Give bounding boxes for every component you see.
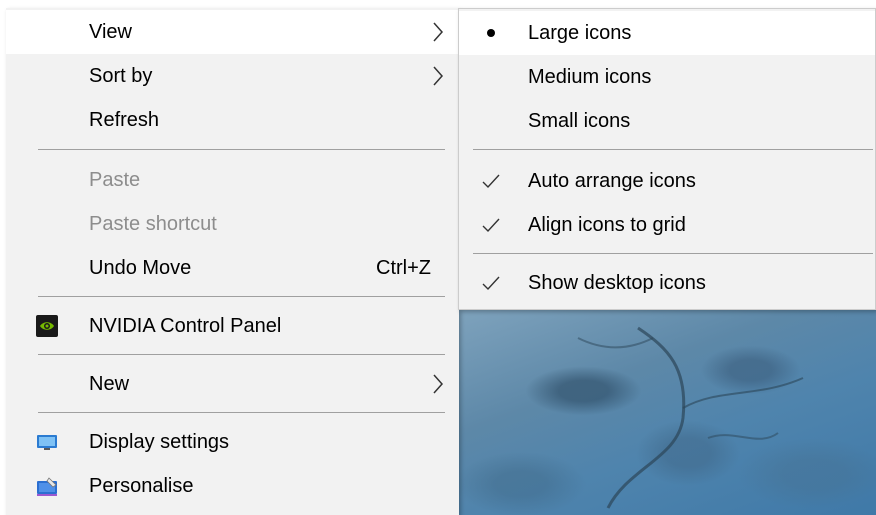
menu-item-label: View [89,20,132,43]
submenu-item-label: Large icons [528,21,632,44]
menu-item-label: Personalise [89,474,194,497]
submenu-item-label: Show desktop icons [528,271,706,294]
chevron-right-icon [433,66,444,86]
menu-item-label: Undo Move [89,256,192,279]
menu-item-label: Sort by [89,64,153,87]
menu-separator [38,412,445,413]
submenu-item-label: Align icons to grid [528,213,686,236]
menu-item-sort-by[interactable]: Sort by [6,54,459,98]
chevron-right-icon [433,374,444,394]
menu-item-paste-shortcut: Paste shortcut [6,202,459,246]
menu-item-undo-move[interactable]: Undo Move Ctrl+Z [6,246,459,290]
menu-separator [38,354,445,355]
checkmark-icon [482,276,500,291]
menu-item-label: New [89,372,130,395]
submenu-separator [473,253,873,254]
desktop-context-menu: View Sort by Refresh Paste Paste shortcu… [6,8,459,515]
submenu-item-show-desktop-icons[interactable]: Show desktop icons [459,261,875,305]
submenu-item-label: Small icons [528,109,631,132]
keyboard-shortcut: Ctrl+Z [376,256,431,279]
menu-item-label: Refresh [89,108,160,131]
menu-item-label: NVIDIA Control Panel [89,314,282,337]
submenu-item-small-icons[interactable]: Small icons [459,99,875,143]
nvidia-icon [36,315,58,337]
submenu-item-label: Auto arrange icons [528,169,696,192]
bullet-icon [487,29,495,37]
desktop-wallpaper [458,308,876,515]
submenu-item-label: Medium icons [528,65,652,88]
menu-item-display-settings[interactable]: Display settings [6,420,459,464]
chevron-right-icon [433,22,444,42]
menu-item-personalise[interactable]: Personalise [6,464,459,508]
submenu-separator [473,149,873,150]
menu-item-label: Paste shortcut [89,212,217,235]
menu-separator [38,296,445,297]
display-icon [37,435,57,450]
submenu-item-medium-icons[interactable]: Medium icons [459,55,875,99]
menu-item-view[interactable]: View [6,10,459,54]
personalise-icon [37,477,57,496]
menu-separator [38,149,445,150]
checkmark-icon [482,174,500,189]
submenu-item-align-icons-to-grid[interactable]: Align icons to grid [459,203,875,247]
submenu-item-auto-arrange-icons[interactable]: Auto arrange icons [459,159,875,203]
menu-item-label: Display settings [89,430,230,453]
checkmark-icon [482,218,500,233]
menu-item-new[interactable]: New [6,362,459,406]
menu-item-label: Paste [89,168,141,191]
submenu-item-large-icons[interactable]: Large icons [459,11,875,55]
view-submenu: Large icons Medium icons Small icons Aut… [458,8,876,310]
menu-item-nvidia-control-panel[interactable]: NVIDIA Control Panel [6,304,459,348]
menu-item-paste: Paste [6,158,459,202]
menu-item-refresh[interactable]: Refresh [6,98,459,142]
